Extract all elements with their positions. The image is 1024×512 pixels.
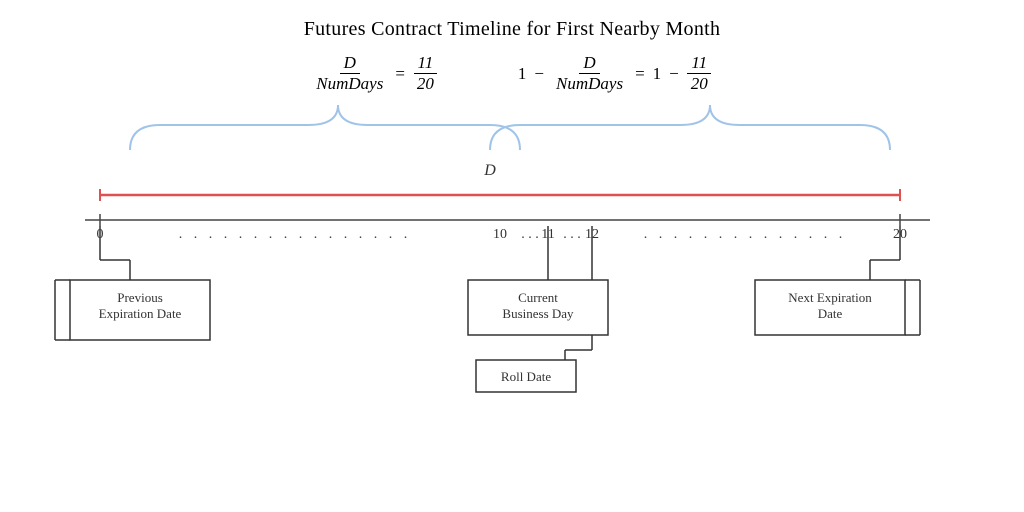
formula-left-value-num: 11 xyxy=(414,53,438,74)
formula-right-value-minus: − xyxy=(669,64,679,84)
diagram-svg: D 0 . . . . . . . . . . . . . . . . 10 .… xyxy=(0,95,1024,435)
formula-right-denominator: NumDays xyxy=(552,74,627,94)
main-container: Futures Contract Timeline for First Near… xyxy=(0,0,1024,512)
svg-text:. . .: . . . xyxy=(521,227,539,242)
svg-text:. . .: . . . xyxy=(563,227,581,242)
formula-right-value-num: 11 xyxy=(687,53,711,74)
svg-text:D: D xyxy=(483,162,496,179)
svg-text:. . . . . . . . . . . . . . .: . . . . . . . . . . . . . . . . xyxy=(179,227,412,242)
formula-right-numerator: D xyxy=(579,53,599,74)
svg-text:Previous: Previous xyxy=(117,290,163,305)
formula-right: 1 − D NumDays = 1 − 11 20 xyxy=(518,53,712,94)
formula-left-numerator: D xyxy=(340,53,360,74)
formula-right-value-prefix: 1 xyxy=(653,64,662,84)
svg-text:. . . . . . . . . . . . . .: . . . . . . . . . . . . . . xyxy=(644,227,847,242)
svg-text:Business Day: Business Day xyxy=(502,306,574,321)
formula-right-minus: − xyxy=(534,64,544,84)
fraction-right-value: 11 20 xyxy=(687,53,712,94)
svg-text:10: 10 xyxy=(493,227,507,242)
fraction-left-ratio: D NumDays xyxy=(312,53,387,94)
formula-left-value-den: 20 xyxy=(413,74,438,94)
svg-text:Roll Date: Roll Date xyxy=(501,369,551,384)
svg-text:Expiration Date: Expiration Date xyxy=(99,306,182,321)
page-title: Futures Contract Timeline for First Near… xyxy=(0,0,1024,41)
fraction-left-value: 11 20 xyxy=(413,53,438,94)
formula-left: D NumDays = 11 20 xyxy=(312,53,438,94)
svg-text:Current: Current xyxy=(518,290,558,305)
formula-right-equals: = xyxy=(635,64,645,84)
formula-left-denominator: NumDays xyxy=(312,74,387,94)
svg-text:Date: Date xyxy=(818,306,843,321)
svg-text:Next Expiration: Next Expiration xyxy=(788,290,872,305)
fraction-right-ratio: D NumDays xyxy=(552,53,627,94)
formula-right-value-den: 20 xyxy=(687,74,712,94)
formula-area: D NumDays = 11 20 1 − D NumDays = 1 − 11… xyxy=(0,53,1024,94)
formula-left-equals: = xyxy=(395,64,405,84)
formula-right-prefix: 1 xyxy=(518,64,527,84)
